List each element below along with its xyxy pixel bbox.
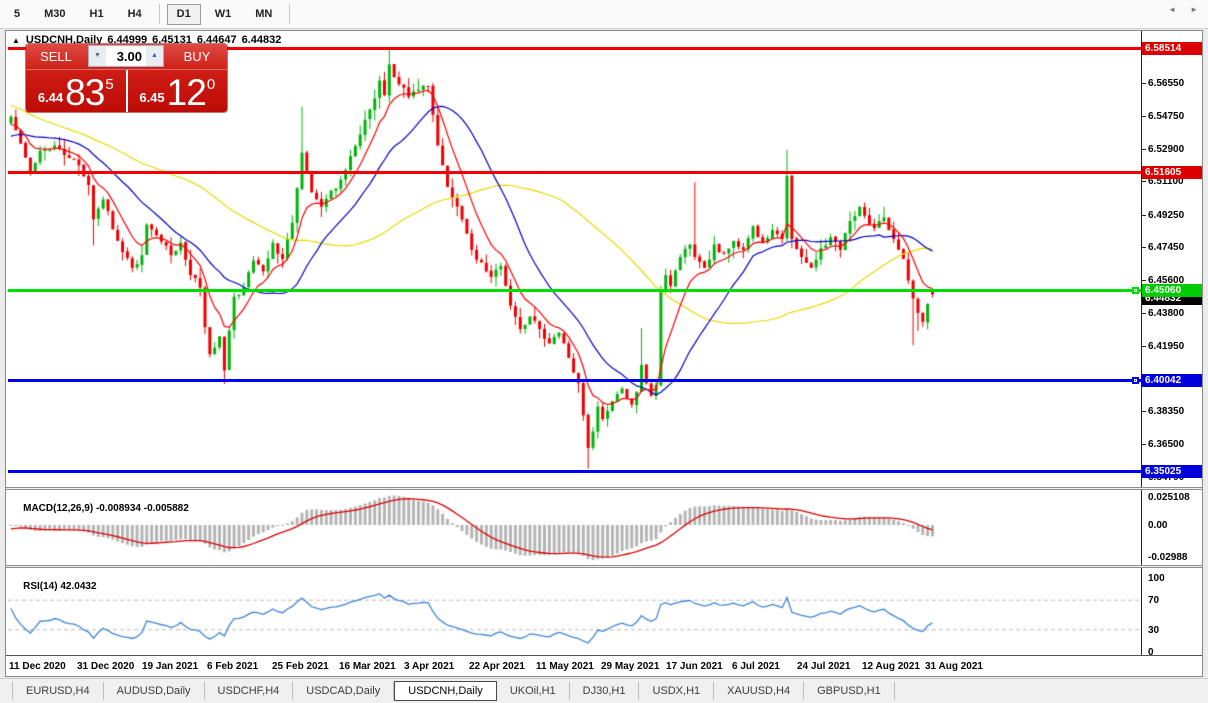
chart-tab-eurusd[interactable]: EURUSD,H4 bbox=[12, 682, 104, 700]
timeframe-button-w1[interactable]: W1 bbox=[205, 4, 242, 25]
chart-tab-usdx[interactable]: USDX,H1 bbox=[639, 682, 714, 700]
date-axis-label: 12 Aug 2021 bbox=[862, 661, 920, 672]
horizontal-line-6.40042[interactable] bbox=[8, 379, 1141, 382]
tab-scroll-right-icon[interactable]: ► bbox=[1190, 5, 1198, 14]
horizontal-line-6.45060[interactable] bbox=[8, 289, 1141, 292]
indicator-axis-tick: 30 bbox=[1148, 625, 1202, 636]
date-axis-label: 11 May 2021 bbox=[536, 661, 594, 672]
date-axis-label: 11 Dec 2020 bbox=[9, 661, 66, 672]
timeframe-button-h4[interactable]: H4 bbox=[118, 4, 152, 25]
chart-tab-xauusd[interactable]: XAUUSD,H4 bbox=[714, 682, 804, 700]
toolbar-separator bbox=[159, 4, 160, 24]
date-axis-border bbox=[6, 655, 1202, 656]
timeframe-button-mn[interactable]: MN bbox=[245, 4, 282, 25]
buy-button[interactable]: BUY bbox=[167, 48, 227, 65]
sell-price-prefix: 6.44 bbox=[38, 90, 63, 105]
chart-tab-dj30[interactable]: DJ30,H1 bbox=[570, 682, 640, 700]
chart-tab-usdcnh[interactable]: USDCNH,Daily bbox=[394, 681, 497, 701]
timeframe-button-d1[interactable]: D1 bbox=[167, 4, 201, 25]
horizontal-line-6.51605[interactable] bbox=[8, 171, 1141, 174]
date-axis-label: 3 Apr 2021 bbox=[404, 661, 454, 672]
price-axis-tick: 6.54750 bbox=[1148, 111, 1202, 122]
volume-spinner: ▼ 3.00 ▲ bbox=[88, 45, 164, 67]
toolbar-separator bbox=[289, 4, 290, 24]
price-badge: 6.58514 bbox=[1142, 42, 1202, 55]
chart-window: ▲ USDCNH,Daily 6.44999 6.45131 6.44647 6… bbox=[5, 30, 1203, 677]
price-axis-tick: 6.41950 bbox=[1148, 341, 1202, 352]
date-axis-label: 31 Dec 2020 bbox=[77, 661, 134, 672]
pane-divider-rsi[interactable] bbox=[6, 565, 1202, 568]
buy-price-prefix: 6.45 bbox=[139, 90, 164, 105]
volume-decrease-icon[interactable]: ▼ bbox=[89, 46, 106, 66]
date-axis-label: 25 Feb 2021 bbox=[272, 661, 329, 672]
date-axis-label: 6 Jul 2021 bbox=[732, 661, 780, 672]
price-axis-tick: 6.36500 bbox=[1148, 439, 1202, 450]
rsi-label: RSI(14) 42.0432 bbox=[12, 570, 97, 603]
line-drag-handle[interactable] bbox=[1132, 377, 1139, 384]
pane-divider-macd[interactable] bbox=[6, 487, 1202, 490]
date-axis-label: 31 Aug 2021 bbox=[925, 661, 983, 672]
chart-tab-ukoil[interactable]: UKOil,H1 bbox=[497, 682, 570, 700]
price-axis-tick: 6.38350 bbox=[1148, 406, 1202, 417]
date-axis-label: 17 Jun 2021 bbox=[666, 661, 723, 672]
price-axis-line bbox=[1141, 31, 1142, 655]
price-axis-tick: 6.47450 bbox=[1148, 242, 1202, 253]
chart-tab-audusd[interactable]: AUDUSD,Daily bbox=[104, 682, 205, 700]
timeframe-button-h1[interactable]: H1 bbox=[80, 4, 114, 25]
price-axis-tick: 6.49250 bbox=[1148, 210, 1202, 221]
buy-price-panel[interactable]: 6.45 12 0 bbox=[128, 70, 228, 112]
date-axis-label: 22 Apr 2021 bbox=[469, 661, 525, 672]
price-badge: 6.35025 bbox=[1142, 465, 1202, 478]
sell-button[interactable]: SELL bbox=[26, 48, 86, 65]
sell-price-big: 83 bbox=[65, 77, 104, 109]
indicator-axis-tick: 0 bbox=[1148, 647, 1202, 658]
ohlc-close: 6.44832 bbox=[242, 34, 282, 46]
timeframe-toolbar: 5M30H1H4 D1W1MN bbox=[0, 0, 1208, 29]
price-badge: 6.40042 bbox=[1142, 374, 1202, 387]
price-badge: 6.45060 bbox=[1142, 284, 1202, 297]
indicator-axis-tick: 70 bbox=[1148, 595, 1202, 606]
price-axis-tick: 6.43800 bbox=[1148, 308, 1202, 319]
tab-scroll-nav: ◄ ► bbox=[1168, 5, 1198, 14]
sell-price-sup: 5 bbox=[105, 76, 113, 93]
date-axis-label: 29 May 2021 bbox=[601, 661, 659, 672]
price-axis-tick: 6.52900 bbox=[1148, 144, 1202, 155]
sell-price-panel[interactable]: 6.44 83 5 bbox=[26, 70, 128, 112]
volume-field[interactable]: 3.00 bbox=[106, 46, 146, 66]
chart-tab-bar: EURUSD,H4AUDUSD,DailyUSDCHF,H4USDCAD,Dai… bbox=[0, 678, 1208, 703]
one-click-trading-widget: SELL ▼ 3.00 ▲ BUY 6.44 83 5 6.45 12 0 bbox=[26, 44, 227, 112]
buy-price-big: 12 bbox=[167, 77, 206, 109]
timeframe-button-5[interactable]: 5 bbox=[4, 4, 30, 25]
macd-label: MACD(12,26,9) -0.008934 -0.005882 bbox=[12, 492, 189, 525]
horizontal-line-6.35025[interactable] bbox=[8, 470, 1141, 473]
buy-price-sup: 0 bbox=[207, 76, 215, 93]
volume-increase-icon[interactable]: ▲ bbox=[146, 46, 163, 66]
price-axis-tick: 6.56550 bbox=[1148, 78, 1202, 89]
date-axis-label: 24 Jul 2021 bbox=[797, 661, 850, 672]
price-badge: 6.51605 bbox=[1142, 166, 1202, 179]
indicator-axis-tick: 100 bbox=[1148, 573, 1202, 584]
price-chart-canvas[interactable] bbox=[8, 47, 1141, 487]
indicator-axis-tick: 0.00 bbox=[1148, 520, 1202, 531]
rsi-indicator-canvas[interactable] bbox=[8, 568, 1141, 655]
date-axis-label: 6 Feb 2021 bbox=[207, 661, 258, 672]
date-axis-label: 19 Jan 2021 bbox=[142, 661, 198, 672]
line-drag-handle[interactable] bbox=[1132, 287, 1139, 294]
chart-tab-usdcad[interactable]: USDCAD,Daily bbox=[293, 682, 394, 700]
chart-tab-usdchf[interactable]: USDCHF,H4 bbox=[205, 682, 294, 700]
tab-scroll-left-icon[interactable]: ◄ bbox=[1168, 5, 1176, 14]
indicator-axis-tick: -0.02988 bbox=[1148, 552, 1202, 563]
date-axis-label: 16 Mar 2021 bbox=[339, 661, 396, 672]
indicator-axis-tick: 0.025108 bbox=[1148, 492, 1202, 503]
collapse-triangle-icon[interactable]: ▲ bbox=[12, 36, 20, 45]
timeframe-button-m30[interactable]: M30 bbox=[34, 4, 75, 25]
chart-tab-gbpusd[interactable]: GBPUSD,H1 bbox=[804, 682, 895, 700]
